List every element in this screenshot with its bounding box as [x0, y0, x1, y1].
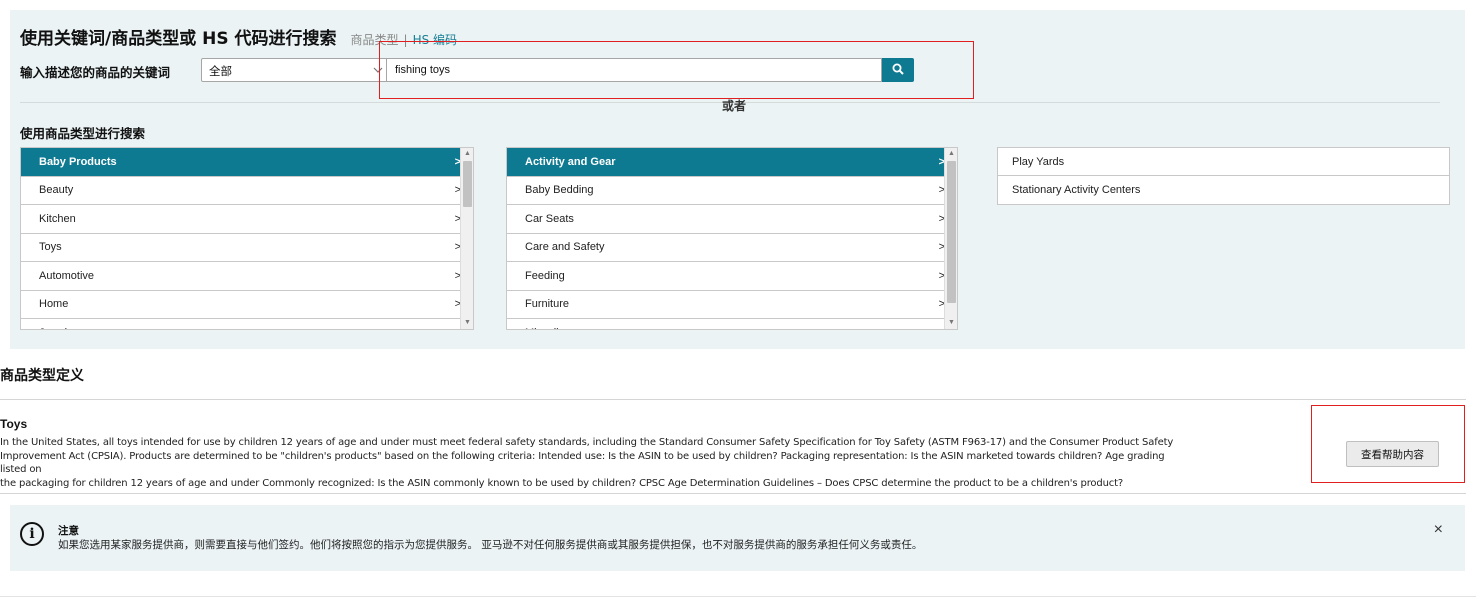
category-level1-item-label: Automotive	[39, 269, 95, 282]
definition-body: In the United States, all toys intended …	[0, 436, 1180, 490]
category-level2-item[interactable]: Furniture >	[507, 291, 957, 319]
category-level1-item[interactable]: Automotive >	[21, 262, 473, 291]
search-highlight-box	[379, 41, 974, 99]
category-level1-item-label: Kitchen	[39, 212, 76, 225]
category-select[interactable]: 全部	[201, 58, 388, 82]
category-level1-item-label: Toys	[39, 241, 62, 254]
category-level2-item[interactable]: Car Seats >	[507, 205, 957, 234]
category-level3-item[interactable]: Play Yards	[998, 148, 1449, 176]
keyword-label: 输入描述您的商品的关键词	[20, 65, 171, 80]
category-level1-item[interactable]: Kitchen >	[21, 205, 473, 234]
category-level2-item-label: Feeding	[525, 269, 565, 282]
category-list-level3-items: Play Yards Stationary Activity Centers	[998, 148, 1449, 204]
category-level2-item-label: Baby Bedding	[525, 184, 594, 197]
category-list-level1: Baby Products > Beauty > Kitchen > Toys > Automo…	[20, 147, 474, 330]
category-level2-item[interactable]: Baby Bedding >	[507, 177, 957, 205]
category-select-value: 全部	[209, 64, 232, 78]
category-level2-item[interactable]: Care and Safety >	[507, 234, 957, 262]
category-level3-item-label: Play Yards	[1012, 155, 1065, 168]
category-level1-item[interactable]: Jewelry>	[21, 319, 473, 329]
level2-scrollbar[interactable]: ▲ ▼	[944, 148, 957, 329]
scroll-down-icon[interactable]: ▼	[461, 317, 473, 329]
category-list-level2-items: Activity and Gear > Baby Bedding > Car Seats…	[507, 148, 957, 329]
category-level2-item-label: Activity and Gear	[525, 155, 616, 168]
category-level2-item-label: Miscellaneous	[525, 327, 595, 329]
category-level1-item-label: Jewelry	[39, 327, 76, 329]
category-level1-item[interactable]: Home >	[21, 291, 473, 319]
help-highlight-box	[1311, 405, 1465, 483]
browse-title: 使用商品类型进行搜索	[20, 126, 146, 141]
category-level2-item-label: Furniture	[525, 298, 570, 311]
category-list-level2: Activity and Gear > Baby Bedding > Car Seats…	[506, 147, 958, 330]
category-level1-item[interactable]: Beauty >	[21, 177, 473, 205]
category-level2-item[interactable]: Feeding >	[507, 262, 957, 291]
level1-scrollbar[interactable]: ▲ ▼	[460, 148, 473, 329]
definition-line: Improvement Act (CPSIA). Products are de…	[0, 450, 1165, 476]
category-level1-item[interactable]: Toys >	[21, 234, 473, 262]
definition-title: 商品类型定义	[0, 368, 84, 384]
category-list-level1-items: Baby Products > Beauty > Kitchen > Toys > Automo…	[21, 148, 473, 329]
notice-text: 如果您选用某家服务提供商，则需要直接与他们签约。他们将按照您的指示为您提供服务。…	[58, 539, 923, 551]
scroll-up-icon[interactable]: ▲	[945, 148, 957, 160]
definition-bottom-divider	[0, 493, 1466, 494]
category-level3-item[interactable]: Stationary Activity Centers	[998, 176, 1449, 204]
info-icon: i	[20, 522, 44, 546]
category-level2-item-label: Care and Safety	[525, 241, 605, 254]
search-panel: 使用关键词/商品类型或 HS 代码进行搜索 商品类型 | HS 编码 输入描述您的商…	[10, 10, 1465, 349]
scroll-up-icon[interactable]: ▲	[461, 148, 473, 160]
category-level2-item[interactable]: Activity and Gear >	[507, 148, 957, 177]
close-icon[interactable]: ×	[1434, 521, 1443, 539]
category-level1-item-label: Home	[39, 298, 69, 311]
notice-title: 注意	[58, 525, 79, 537]
category-level1-item-label: Baby Products	[39, 155, 117, 168]
category-level1-item-label: Beauty	[39, 184, 74, 197]
definition-divider	[0, 399, 1466, 400]
level1-scroll-thumb[interactable]	[463, 161, 472, 207]
search-heading: 使用关键词/商品类型或 HS 代码进行搜索	[20, 29, 337, 49]
scroll-down-icon[interactable]: ▼	[945, 317, 957, 329]
category-list-level3: Play Yards Stationary Activity Centers	[997, 147, 1450, 205]
or-separator-text: 或者	[722, 99, 747, 113]
category-level3-item-label: Stationary Activity Centers	[1012, 184, 1141, 196]
category-level1-item[interactable]: Baby Products >	[21, 148, 473, 177]
category-level2-item-label: Car Seats	[525, 212, 574, 225]
definition-subtitle: Toys	[0, 417, 28, 431]
category-level2-item[interactable]: Miscellaneous>	[507, 319, 957, 329]
level2-scroll-thumb[interactable]	[947, 161, 956, 303]
definition-line: the packaging for children 12 years of a…	[0, 477, 1124, 489]
notice-banner: i 注意 如果您选用某家服务提供商，则需要直接与他们签约。他们将按照您的指示为您…	[10, 505, 1465, 571]
definition-line: In the United States, all toys intended …	[0, 437, 1174, 448]
